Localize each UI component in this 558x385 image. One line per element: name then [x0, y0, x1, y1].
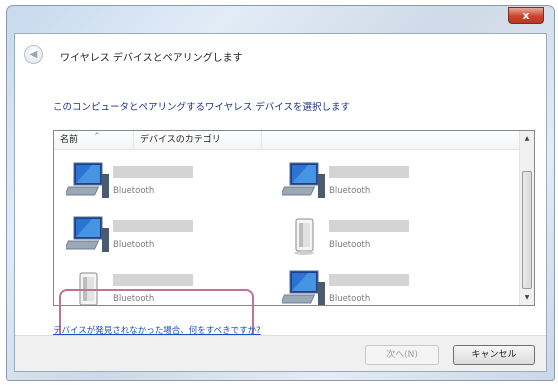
device-item[interactable]: Bluetooth — [66, 214, 256, 258]
list-scrollbar[interactable]: ▲ ▼ — [519, 131, 534, 305]
computer-icon — [282, 162, 325, 198]
back-arrow-icon: ◀ — [29, 49, 38, 60]
computer-icon — [66, 216, 109, 252]
device-name — [113, 274, 193, 286]
computer-icon — [282, 270, 325, 305]
device-list[interactable]: 名前 ^ デバイスのカテゴリ Bluetooth Bluetooth Bluet… — [53, 130, 535, 306]
device-item[interactable]: Bluetooth — [282, 160, 472, 204]
next-button[interactable]: 次へ(N) — [365, 345, 439, 365]
device-category: Bluetooth — [329, 294, 371, 304]
device-name — [113, 220, 193, 232]
device-name — [113, 166, 193, 178]
device-category: Bluetooth — [329, 186, 371, 196]
dialog-client-area: ◀ ワイヤレス デバイスとペアリングします このコンピュータとペアリングするワイ… — [14, 33, 547, 372]
device-item[interactable]: Bluetooth — [282, 214, 472, 258]
close-button[interactable]: x — [508, 7, 544, 24]
device-item[interactable]: Bluetooth — [66, 160, 256, 204]
pairing-dialog-window: x ◀ ワイヤレス デバイスとペアリングします このコンピュータとペアリングする… — [6, 5, 555, 381]
device-name — [329, 166, 409, 178]
scroll-down-icon[interactable]: ▼ — [520, 290, 534, 305]
device-category: Bluetooth — [329, 240, 371, 250]
speaker-icon — [294, 218, 314, 255]
scroll-up-icon[interactable]: ▲ — [520, 131, 534, 146]
device-category: Bluetooth — [113, 240, 155, 250]
sort-arrow-icon: ^ — [94, 132, 100, 140]
wizard-title: ワイヤレス デバイスとペアリングします — [60, 53, 243, 64]
device-item[interactable]: Bluetooth — [282, 268, 472, 305]
device-name — [329, 220, 409, 232]
device-name — [329, 274, 409, 286]
scroll-thumb[interactable] — [522, 171, 532, 289]
column-header-category[interactable]: デバイスのカテゴリ — [134, 131, 262, 150]
computer-icon — [66, 162, 109, 198]
device-category: Bluetooth — [113, 186, 155, 196]
column-name-label: 名前 — [60, 135, 79, 145]
back-button[interactable]: ◀ — [24, 45, 43, 64]
cancel-button[interactable]: キャンセル — [453, 345, 535, 365]
instruction-text: このコンピュータとペアリングするワイヤレス デバイスを選択します — [53, 102, 350, 113]
dialog-footer: 次へ(N) キャンセル — [15, 335, 546, 371]
list-header: 名前 ^ デバイスのカテゴリ — [54, 131, 521, 150]
column-header-name[interactable]: 名前 ^ — [54, 131, 134, 150]
